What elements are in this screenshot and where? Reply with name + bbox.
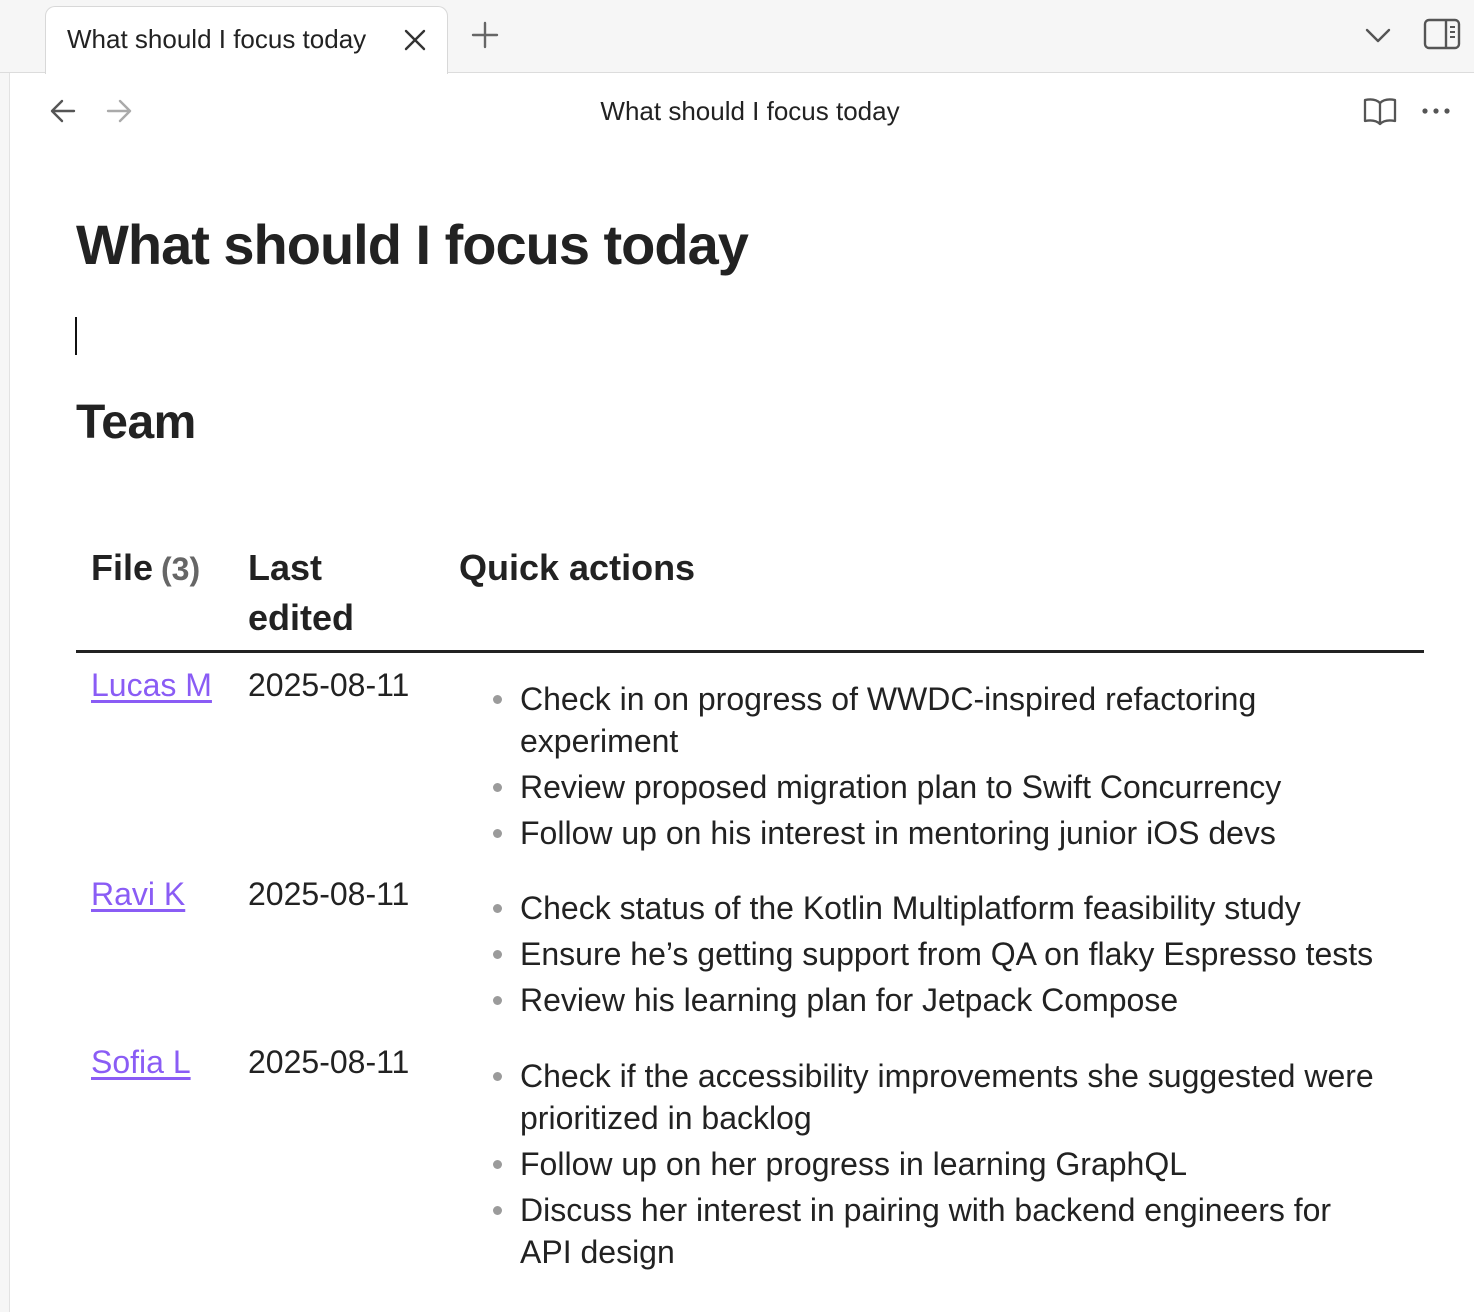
last-edited-date: 2025-08-11 <box>248 667 410 703</box>
tab-title: What should I focus today <box>67 24 367 54</box>
text-cursor <box>75 317 77 355</box>
sidebar-toggle-icon[interactable] <box>1422 17 1462 51</box>
last-edited-date: 2025-08-11 <box>248 1044 410 1080</box>
list-item: Check if the accessibility improvements … <box>493 1055 1420 1139</box>
last-edited-date: 2025-08-11 <box>248 876 410 912</box>
arrow-right-icon[interactable] <box>104 97 134 125</box>
tab-bar: What should I focus today <box>0 0 1474 74</box>
list-item: Check in on progress of WWDC-inspired re… <box>493 678 1420 762</box>
close-icon[interactable] <box>403 28 427 52</box>
book-open-icon[interactable] <box>1362 95 1398 127</box>
quick-actions-list: Check in on progress of WWDC-inspired re… <box>493 678 1420 858</box>
chevron-down-icon[interactable] <box>1363 24 1393 48</box>
column-header-file-label: File <box>91 547 154 588</box>
note-title[interactable]: What should I focus today <box>76 212 749 277</box>
list-item: Review proposed migration plan to Swift … <box>493 766 1420 808</box>
quick-actions-list: Check status of the Kotlin Multiplatform… <box>493 887 1420 1025</box>
column-header-file[interactable]: File (3) <box>91 543 200 594</box>
list-item: Discuss her interest in pairing with bac… <box>493 1189 1420 1273</box>
file-link-ravi-k[interactable]: Ravi K <box>91 871 185 917</box>
column-header-quick-actions[interactable]: Quick actions <box>459 543 695 593</box>
list-item: Review his learning plan for Jetpack Com… <box>493 979 1420 1021</box>
arrow-left-icon[interactable] <box>48 97 78 125</box>
section-heading-team[interactable]: Team <box>76 395 196 450</box>
list-item: Follow up on his interest in mentoring j… <box>493 812 1420 854</box>
quick-actions-list: Check if the accessibility improvements … <box>493 1055 1420 1277</box>
more-horizontal-icon[interactable] <box>1419 96 1453 126</box>
file-link-lucas-m[interactable]: Lucas M <box>91 662 212 708</box>
header-divider <box>76 650 1424 653</box>
view-header-title[interactable]: What should I focus today <box>500 96 1000 127</box>
plus-icon[interactable] <box>470 20 500 50</box>
left-sidebar-edge <box>0 73 10 1312</box>
file-count-badge: (3) <box>161 551 201 587</box>
list-item: Check status of the Kotlin Multiplatform… <box>493 887 1420 929</box>
column-header-last-edited[interactable]: Last edited <box>248 543 438 643</box>
tab-active[interactable]: What should I focus today <box>45 6 448 74</box>
list-item: Ensure he’s getting support from QA on f… <box>493 933 1420 975</box>
list-item: Follow up on her progress in learning Gr… <box>493 1143 1420 1185</box>
file-link-sofia-l[interactable]: Sofia L <box>91 1039 191 1085</box>
